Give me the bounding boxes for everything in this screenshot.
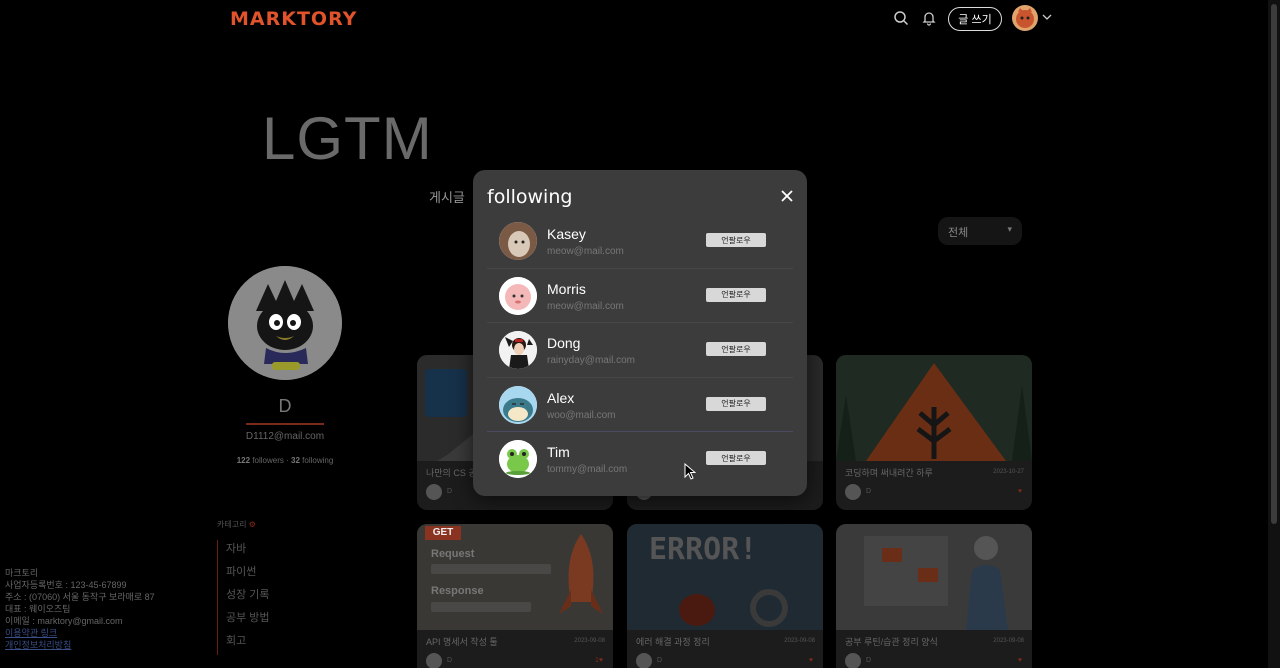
follow-stats: 122 followers · 32 following (236, 456, 334, 465)
filter-value: 전체 (948, 227, 969, 239)
category-item[interactable]: 성장 기록 (226, 586, 270, 609)
post-card[interactable]: ERROR! 에러 해결 과정 정리 2023-09-08 D ♥ (627, 524, 823, 668)
post-card[interactable]: 코딩하며 써내려간 하루 2023-10-27 D ♥ (836, 355, 1032, 510)
list-item[interactable]: Morris meow@mail.com 언팔로우 (487, 269, 793, 323)
profile-email: D1112@mail.com (245, 431, 325, 442)
close-icon[interactable] (779, 188, 795, 204)
footer: 마크토리 사업자등록번호 : 123-45-67899 주소 : (07060)… (5, 568, 155, 651)
scrollbar-thumb[interactable] (1271, 4, 1277, 524)
author-name: D (866, 488, 872, 495)
post-title: 코딩하며 써내려간 하루 (845, 468, 933, 478)
list-item[interactable]: Kasey meow@mail.com 언팔로우 (487, 214, 793, 269)
tab-posts[interactable]: 게시글 (429, 187, 465, 206)
author-avatar (845, 653, 861, 668)
post-title: API 명세서 작성 툴 (426, 637, 498, 647)
author-name: D (447, 488, 453, 495)
chevron-down-icon: ▾ (1007, 224, 1012, 234)
unfollow-button[interactable]: 언팔로우 (706, 342, 766, 356)
followers-link[interactable]: 122 followers (237, 456, 284, 465)
like-count: ♥ (1017, 488, 1022, 495)
post-date: 2023-10-27 (993, 469, 1024, 475)
user-name: Alex (547, 389, 575, 406)
list-item[interactable]: Dong rainyday@mail.com 언팔로우 (487, 323, 793, 378)
scrollbar[interactable] (1268, 0, 1280, 668)
user-email: meow@mail.com (547, 246, 624, 257)
author-avatar (845, 484, 861, 500)
author-avatar (636, 653, 652, 668)
avatar (499, 222, 537, 260)
post-thumbnail: GET Request Response (417, 524, 613, 630)
following-list: Kasey meow@mail.com 언팔로우 Morris meow@mai… (487, 214, 793, 487)
post-thumbnail (836, 355, 1032, 461)
blog-title: LGTM (262, 105, 433, 172)
following-modal: following Kasey meow@mail.com 언팔로우 Morri… (473, 170, 807, 496)
bug-icon (679, 589, 788, 627)
category-item[interactable]: 회고 (226, 632, 270, 655)
post-date: 2023-09-08 (993, 638, 1024, 644)
user-name: Kasey (547, 226, 586, 242)
profile-name: D (278, 396, 292, 416)
user-email: tommy@mail.com (547, 464, 628, 475)
category-item[interactable]: 자바 (226, 540, 270, 563)
user-email: rainyday@mail.com (547, 355, 635, 366)
post-thumbnail (836, 524, 1032, 630)
logo[interactable]: MARKTORY (230, 8, 357, 30)
following-link[interactable]: 32 following (291, 456, 333, 465)
post-card[interactable]: 공부 루틴/습관 정리 양식 2023-09-08 D ♥ (836, 524, 1032, 668)
like-count: ♥ (1017, 657, 1022, 664)
user-email: meow@mail.com (547, 300, 624, 312)
profile-avatar (228, 266, 342, 380)
avatar (499, 331, 537, 369)
user-avatar[interactable] (1012, 5, 1038, 31)
post-thumbnail: ERROR! (627, 524, 823, 630)
avatar (499, 440, 537, 478)
category-filter-select[interactable]: 전체 ▾ (938, 217, 1022, 245)
like-count: ♥ (808, 657, 813, 664)
author-name: D (866, 657, 872, 664)
post-date: 2023-09-08 (784, 638, 815, 644)
privacy-link[interactable]: 개인정보처리방침 (5, 639, 155, 651)
author-name: D (447, 657, 453, 664)
post-title: 에러 해결 과정 정리 (636, 637, 710, 647)
bell-icon[interactable] (921, 10, 937, 26)
terms-link[interactable]: 이용약관 링크 (5, 627, 155, 639)
user-name: Morris (547, 280, 586, 297)
like-count: 1♥ (594, 657, 603, 664)
post-title: 공부 루틴/습관 정리 양식 (845, 637, 938, 647)
unfollow-button[interactable]: 언팔로우 (706, 451, 766, 465)
mouse-cursor-icon (684, 463, 696, 480)
category-item[interactable]: 공부 방법 (226, 609, 270, 632)
author-name: D (657, 657, 663, 664)
unfollow-button[interactable]: 언팔로우 (706, 233, 766, 247)
user-email: woo@mail.com (547, 409, 616, 421)
gear-icon[interactable]: ⚙ (249, 520, 256, 529)
unfollow-button[interactable]: 언팔로우 (706, 287, 766, 302)
category-item[interactable]: 파이썬 (226, 563, 270, 586)
author-avatar (426, 653, 442, 668)
categories-header: 카테고리 ⚙ (217, 520, 256, 529)
name-underline (246, 423, 324, 425)
list-item[interactable]: Tim tommy@mail.com 언팔로우 (487, 432, 793, 487)
user-name: Tim (547, 444, 570, 460)
post-date: 2023-09-08 (574, 638, 605, 644)
write-post-button[interactable]: 글 쓰기 (948, 7, 1002, 31)
list-item[interactable]: Alex woo@mail.com 언팔로우 (487, 378, 793, 432)
unfollow-button[interactable]: 언팔로우 (706, 396, 766, 411)
post-card[interactable]: GET Request Response API 명세서 작성 툴 2023-0… (417, 524, 613, 668)
rocket-icon (559, 534, 603, 614)
category-list: 자바 파이썬 성장 기록 공부 방법 회고 (217, 540, 270, 655)
user-name: Dong (547, 335, 581, 351)
modal-title: following (487, 186, 573, 208)
avatar (499, 385, 537, 424)
chevron-down-icon[interactable] (1042, 13, 1052, 21)
avatar (499, 276, 537, 315)
search-icon[interactable] (893, 10, 909, 26)
author-avatar (426, 484, 442, 500)
